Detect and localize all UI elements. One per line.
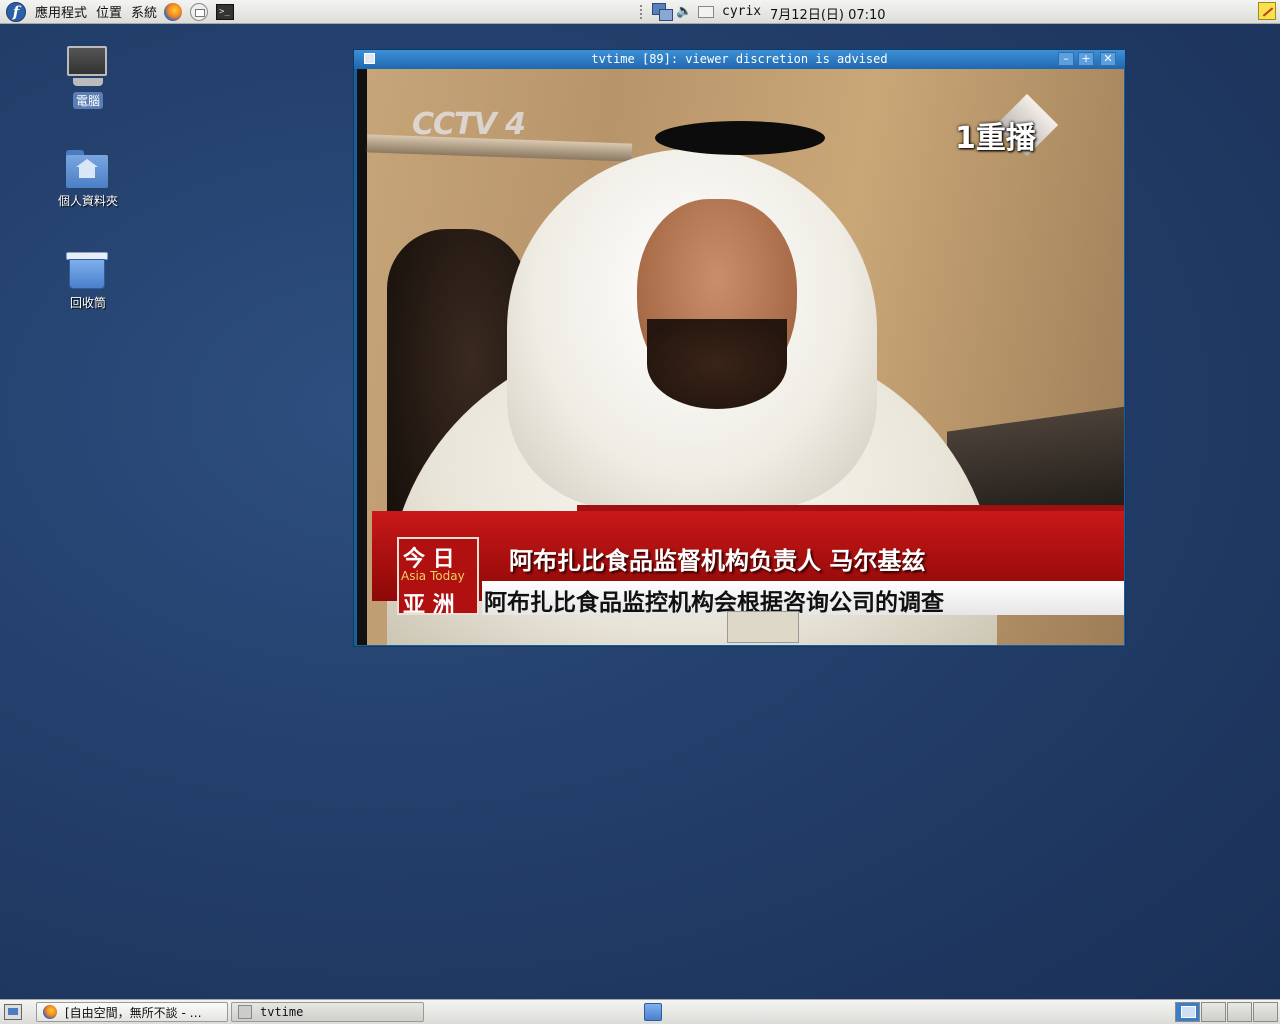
desktop-icon-computer[interactable]: 電腦 — [43, 46, 133, 109]
mail-launcher[interactable] — [189, 2, 209, 22]
caption-tag-sub: Asia Today — [401, 569, 465, 583]
workspace-4[interactable] — [1253, 1002, 1278, 1022]
firefox-launcher[interactable] — [163, 2, 183, 22]
firefox-icon — [164, 2, 183, 21]
tvtime-icon — [238, 1005, 252, 1019]
caption-line-2: 阿布扎比食品监控机构会根据咨询公司的调查 — [484, 590, 944, 616]
tray-drag-handle[interactable] — [640, 5, 644, 19]
channel-logo: CCTV 4 — [412, 107, 526, 142]
caption-program-tag: 今 日 Asia Today 亚 洲 — [397, 537, 479, 618]
trash-icon — [66, 248, 110, 292]
window-titlebar[interactable]: tvtime [89]: viewer discretion is advise… — [354, 50, 1125, 69]
workspace-3[interactable] — [1227, 1002, 1252, 1022]
video-beard — [647, 319, 787, 409]
fedora-logo-icon[interactable]: f — [6, 1, 26, 22]
keyboard-icon[interactable] — [698, 6, 714, 18]
desktop-icon-label: 電腦 — [72, 92, 103, 109]
caption-line-1: 阿布扎比食品监督机构负责人 马尔基兹 — [509, 546, 926, 575]
volume-icon[interactable]: 🔈 — [676, 4, 692, 20]
desktop-icon-trash[interactable]: 回收筒 — [43, 248, 133, 311]
menu-places[interactable]: 位置 — [96, 2, 122, 21]
maximize-button[interactable]: + — [1078, 52, 1094, 66]
menu-applications[interactable]: 應用程式 — [35, 2, 87, 21]
taskbar-item-tvtime[interactable]: tvtime — [231, 1002, 424, 1022]
computer-icon — [65, 46, 111, 90]
terminal-icon: >_ — [216, 3, 235, 20]
menu-system[interactable]: 系統 — [131, 2, 157, 21]
workspace-2[interactable] — [1201, 1002, 1226, 1022]
close-button[interactable]: ✕ — [1100, 52, 1116, 66]
firefox-icon — [43, 1005, 57, 1019]
taskbar-item-label: tvtime — [260, 1005, 304, 1019]
terminal-launcher[interactable]: >_ — [215, 2, 235, 22]
bottom-panel: [自由空間，無所不談 - … tvtime — [0, 999, 1280, 1024]
desktop-icon-home[interactable]: 個人資料夾 — [43, 150, 133, 209]
panel-user-name[interactable]: cyrix — [722, 4, 761, 19]
home-folder-icon — [66, 150, 110, 190]
notes-icon[interactable] — [1258, 2, 1276, 20]
window-title: tvtime [89]: viewer discretion is advise… — [591, 52, 888, 66]
minimize-button[interactable]: – — [1058, 52, 1074, 66]
tv-video-frame[interactable]: CCTV 4 1重播 今 日 Asia Today 亚 洲 阿布扎比食品监督机构… — [357, 69, 1124, 645]
video-id-badge — [727, 611, 799, 643]
desktop-icon-label: 回收筒 — [69, 296, 106, 310]
taskbar-item-label: [自由空間，無所不談 - … — [65, 1005, 202, 1020]
show-desktop-icon[interactable] — [4, 1004, 22, 1020]
trash-applet-icon[interactable] — [644, 1003, 662, 1021]
taskbar-item-firefox[interactable]: [自由空間，無所不談 - … — [36, 1002, 228, 1022]
panel-clock[interactable]: 7月12日(日) 07:10 — [770, 4, 886, 23]
tvtime-window[interactable]: tvtime [89]: viewer discretion is advise… — [353, 49, 1126, 647]
caption-tag-bottom: 亚 洲 — [403, 593, 455, 618]
rerun-badge: 1重播 — [955, 93, 1075, 157]
network-icon[interactable] — [652, 3, 673, 21]
workspace-1[interactable] — [1175, 1002, 1200, 1022]
desktop-icon-label: 個人資料夾 — [57, 194, 118, 208]
mail-icon — [190, 2, 209, 21]
rerun-badge-text: 1重播 — [955, 121, 1036, 156]
video-agal — [655, 121, 825, 155]
